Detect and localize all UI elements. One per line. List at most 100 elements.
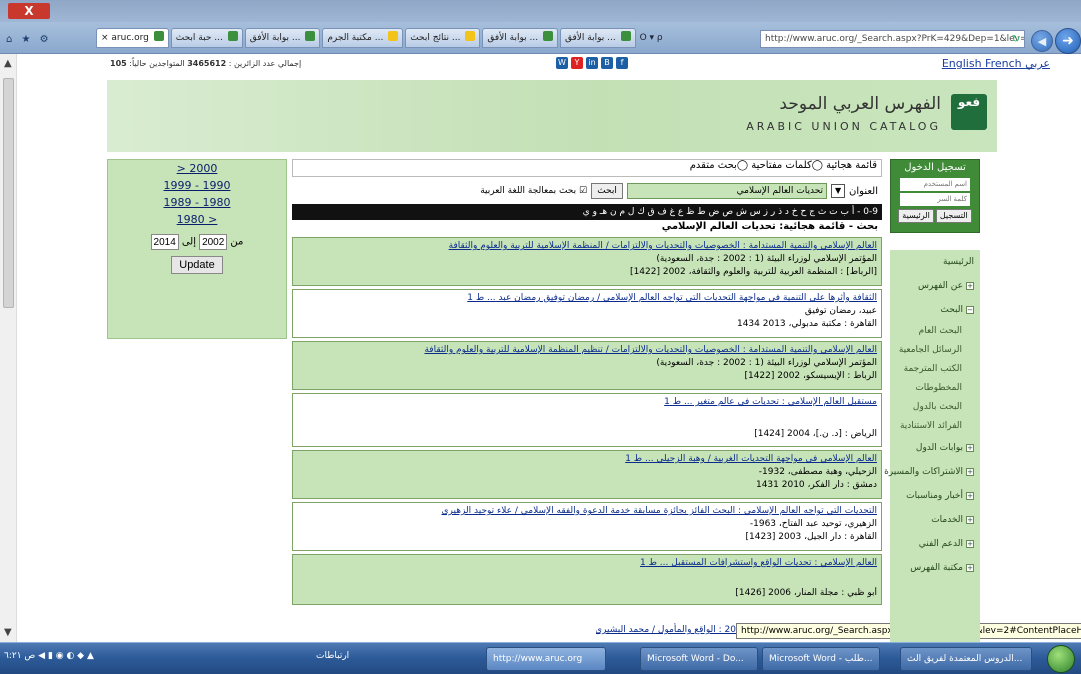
sidebar-item-country-portals[interactable]: +بوابات الدول (890, 436, 980, 460)
result-line: عبيد، رمضان توفيق (804, 306, 877, 316)
tab-aruc[interactable]: × aruc.org (96, 28, 169, 48)
tab-7[interactable]: بوابة الأفق ... (559, 28, 636, 48)
sidebar-menu: الرئيسية +عن الفهرس −البحث البحث العام ا… (884, 250, 980, 642)
close-window-button[interactable]: X (8, 3, 50, 19)
wordpress-icon[interactable]: W (556, 57, 568, 69)
field-select-dropdown[interactable]: ▼ (831, 184, 846, 198)
tab-2[interactable]: حبة ابحث ... (170, 28, 243, 48)
arabic-processing-checkbox[interactable]: ☑ بحث بمعالجة اللغة العربية (480, 186, 587, 196)
task-word-2[interactable]: Microsoft Word - ﻃﻠﺐ... (762, 647, 880, 671)
page-icon (388, 31, 399, 41)
result-line: القاهرة : مكتبة مدبولي، 2013 1434 (736, 319, 877, 329)
task-word-3[interactable]: الدروس المعتمدة لفريق الث... (900, 647, 1032, 671)
result-title-link[interactable]: 20 : الواقع والمأمول / محمد البشيري (596, 623, 736, 639)
scroll-thumb[interactable] (3, 78, 14, 308)
sidebar-item-about[interactable]: +عن الفهرس (890, 274, 980, 298)
tab-4[interactable]: مكتبة الجرم ... (322, 28, 404, 48)
page-icon (542, 31, 553, 41)
tab-3[interactable]: بوابة الأفق ... (244, 28, 321, 48)
blog-icon[interactable]: B (601, 57, 613, 69)
date-link-before-1980[interactable]: 1980 > (108, 211, 286, 228)
sidebar-item-theses[interactable]: الرسائل الجامعية (890, 341, 980, 360)
date-link-1980s[interactable]: 1989 - 1980 (108, 194, 286, 211)
vertical-scrollbar[interactable]: ▲ ▼ (0, 54, 17, 642)
result-title-link[interactable]: مستقبل العالم الإسلامي : تحديات في عالم … (297, 396, 877, 409)
result-title-link[interactable]: العالم الإسلامي والتنمية المستدامة : الخ… (297, 240, 877, 253)
window-titlebar: X (0, 0, 1081, 22)
from-year-input[interactable] (199, 234, 228, 250)
sidebar-item-home[interactable]: الرئيسية (890, 250, 980, 274)
result-line (297, 409, 877, 422)
date-link-1990s[interactable]: 1999 - 1990 (108, 177, 286, 194)
sidebar-item-by-country[interactable]: البحث بالدول (890, 398, 980, 417)
site-topline: إجمالي عدد الزائرين : 3465612 المتواجدين… (100, 57, 1060, 71)
tab-search[interactable]: O ▾ ρ (638, 28, 665, 50)
result-item: الثقافة وأثرها على التنمية في مواجهة الت… (292, 289, 882, 338)
search-main: قائمة هجائية ◯كلمات مفتاحية ◯بحث متقدم ا… (292, 159, 882, 649)
expand-plus-icon: + (966, 564, 974, 572)
login-home-button[interactable]: الرئيسية (898, 209, 934, 223)
result-title-link[interactable]: الثقافة وأثرها على التنمية في مواجهة الت… (297, 292, 877, 305)
visitor-counter: إجمالي عدد الزائرين : 3465612 المتواجدين… (110, 59, 302, 68)
date-link-after-2000[interactable]: > 2000 (108, 160, 286, 177)
sidebar-item-subscriptions[interactable]: +الاشتراكات والمسيرة (884, 460, 980, 484)
address-bar[interactable]: http://www.aruc.org/_Search.aspx?PrK=429… (760, 30, 1025, 48)
sidebar-item-library[interactable]: +مكتبة الفهرس (890, 556, 980, 580)
from-label: من (230, 236, 244, 248)
login-buttons: الرئيسية التسجيل (891, 209, 979, 223)
alphabet-index-bar[interactable]: 0-9 - أ ب ت ث ج ح خ د ذ ر ز س ش ص ض ط ظ … (292, 204, 882, 220)
field-label: العنوان (849, 185, 878, 197)
page-icon (153, 31, 164, 41)
password-field[interactable] (900, 193, 970, 206)
refresh-icon[interactable]: ↻ (1012, 32, 1020, 47)
tab-6[interactable]: بوابة الأفق ... (482, 28, 558, 48)
result-title-link[interactable]: العالم الإسلامي والتنمية المستدامة : الخ… (297, 344, 877, 357)
links-toolbar[interactable]: ارتباطات (316, 651, 349, 661)
home-star-gear-icons[interactable]: ⌂ ★ ⚙ (6, 34, 52, 45)
sidebar-item-manuscripts[interactable]: المخطوطات (890, 379, 980, 398)
sidebar-item-support[interactable]: +الدعم الفني (890, 532, 980, 556)
date-range-row: من إلى (108, 234, 286, 250)
sidebar-item-general-search[interactable]: البحث العام (890, 322, 980, 341)
linkedin-icon[interactable]: in (586, 57, 598, 69)
register-button[interactable]: التسجيل (935, 209, 972, 223)
result-title-link[interactable]: العالم الإسلامي في مواجهة التحديات الغرب… (297, 453, 877, 466)
tab-strip: × aruc.org حبة ابحث ... بوابة الأفق ... … (96, 28, 665, 50)
sidebar-item-news[interactable]: +أخبار ومناسبات (890, 484, 980, 508)
tab-5[interactable]: نتائج ابحث ... (405, 28, 481, 48)
search-row: العنوان ▼ تحديات العالم الإسلامي ابحث ☑ … (292, 180, 882, 202)
task-word-1[interactable]: Microsoft Word - Do... (640, 647, 758, 671)
result-item: التحديات التي تواجه العالم الإسلامي : ال… (292, 502, 882, 551)
sidebar-item-translated-books[interactable]: الكتب المترجمة (890, 360, 980, 379)
aruc-logo-icon[interactable]: ﻓﻌﻮ (951, 94, 987, 130)
scroll-up-icon[interactable]: ▲ (4, 58, 12, 69)
page-icon (465, 31, 476, 41)
username-field[interactable] (900, 178, 970, 191)
start-button[interactable] (1047, 645, 1075, 673)
back-button[interactable]: ➜ (1055, 28, 1081, 54)
result-item: العالم الإسلامي والتنمية المستدامة : الخ… (292, 341, 882, 390)
expand-plus-icon: + (966, 468, 974, 476)
language-links[interactable]: English French عربي (942, 57, 1050, 70)
result-line: [الرباط] : المنظمة العربية للتربية والعل… (630, 267, 877, 277)
forward-button[interactable]: ◀ (1031, 30, 1053, 52)
sidebar-item-authority[interactable]: الفرائد الاستنادية (890, 417, 980, 436)
expand-plus-icon: + (966, 516, 974, 524)
address-text: http://www.aruc.org/_Search.aspx?PrK=429… (765, 34, 1025, 44)
youtube-icon[interactable]: Y (571, 57, 583, 69)
result-item: العالم الإسلامي والتنمية المستدامة : الخ… (292, 237, 882, 286)
task-browser[interactable]: http://www.aruc.org (486, 647, 606, 671)
facebook-icon[interactable]: f (616, 57, 628, 69)
search-mode-radios[interactable]: قائمة هجائية ◯كلمات مفتاحية ◯بحث متقدم (292, 159, 882, 177)
update-button[interactable]: Update (171, 256, 223, 274)
scroll-down-icon[interactable]: ▼ (4, 627, 12, 638)
search-input[interactable]: تحديات العالم الإسلامي (627, 183, 828, 199)
result-title-link[interactable]: العالم الإسلامي : تحديات الواقع واستشراف… (297, 557, 877, 570)
sidebar-item-services[interactable]: +الخدمات (890, 508, 980, 532)
result-line: الزهيري، توحيد عبد الفتاح، 1963- (749, 519, 877, 529)
system-tray[interactable]: ﺹ ٦:٢١ ◀ ▮ ◉ ◐ ◆ ▲ (4, 651, 94, 661)
sidebar-item-search[interactable]: −البحث (890, 298, 980, 322)
search-button[interactable]: ابحث (591, 183, 624, 199)
result-title-link[interactable]: التحديات التي تواجه العالم الإسلامي : ال… (297, 505, 877, 518)
to-year-input[interactable] (150, 234, 179, 250)
